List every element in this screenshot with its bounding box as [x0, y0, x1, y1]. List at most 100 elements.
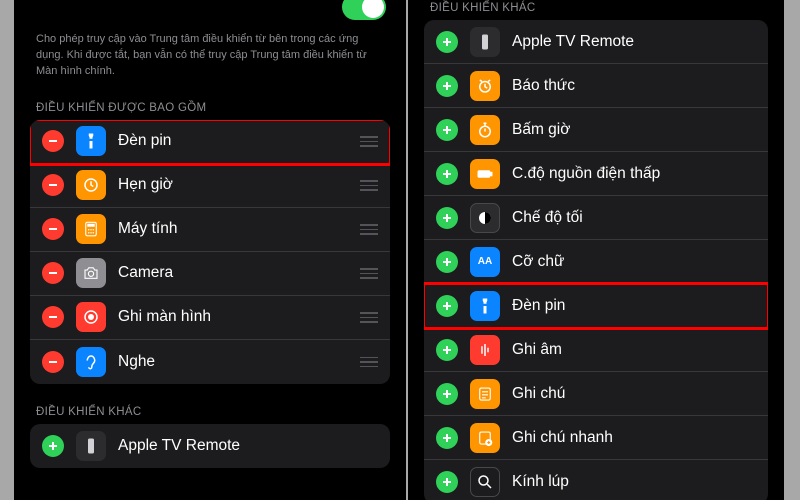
remote-icon	[470, 27, 500, 57]
minus-icon	[47, 135, 59, 147]
included-list: Đèn pin Hẹn giờ Máy tính	[30, 120, 390, 384]
quicknote-icon	[470, 423, 500, 453]
row-label: Camera	[118, 264, 360, 282]
more-row-stopwatch[interactable]: Bấm giờ	[424, 108, 768, 152]
row-label: Nghe	[118, 353, 360, 371]
more-row-lowpower[interactable]: C.độ nguồn điện thấp	[424, 152, 768, 196]
alarm-icon	[470, 71, 500, 101]
row-label: Đèn pin	[118, 132, 360, 150]
included-section-header: ĐIỀU KHIỂN ĐƯỢC BAO GỒM	[30, 80, 390, 120]
included-row-timer[interactable]: Hẹn giờ	[30, 164, 390, 208]
remove-button[interactable]	[42, 262, 64, 284]
included-row-hearing[interactable]: Nghe	[30, 340, 390, 384]
drag-handle-icon[interactable]	[360, 357, 378, 368]
plus-icon	[441, 80, 453, 92]
minus-icon	[47, 223, 59, 235]
plus-icon	[441, 124, 453, 136]
drag-handle-icon[interactable]	[360, 180, 378, 191]
voicemail-icon	[470, 335, 500, 365]
row-label: Ghi âm	[512, 341, 756, 359]
timer-icon	[76, 170, 106, 200]
plus-icon	[441, 212, 453, 224]
row-label: Ghi màn hình	[118, 308, 360, 326]
access-toggle[interactable]	[342, 0, 386, 20]
remove-button[interactable]	[42, 306, 64, 328]
plus-icon	[441, 432, 453, 444]
add-button[interactable]	[436, 119, 458, 141]
plus-icon	[47, 440, 59, 452]
remove-button[interactable]	[42, 130, 64, 152]
textsize-icon: AA	[470, 247, 500, 277]
plus-icon	[441, 388, 453, 400]
add-button[interactable]	[436, 295, 458, 317]
stopwatch-icon	[470, 115, 500, 145]
add-button[interactable]	[436, 31, 458, 53]
plus-icon	[441, 476, 453, 488]
add-button[interactable]	[42, 435, 64, 457]
more-row-quicknote[interactable]: Ghi chú nhanh	[424, 416, 768, 460]
lowpower-icon	[470, 159, 500, 189]
row-label: Ghi chú	[512, 385, 756, 403]
add-button[interactable]	[436, 207, 458, 229]
access-description: Cho phép truy cập vào Trung tâm điều khi…	[30, 24, 390, 80]
row-label: Apple TV Remote	[512, 33, 756, 51]
more-section-header: ĐIỀU KHIỂN KHÁC	[30, 384, 390, 424]
row-label: Bấm giờ	[512, 121, 756, 139]
plus-icon	[441, 36, 453, 48]
row-label: Chế độ tối	[512, 209, 756, 227]
screen-record-icon	[76, 302, 106, 332]
included-row-flashlight[interactable]: Đèn pin	[30, 120, 390, 164]
drag-handle-icon[interactable]	[360, 224, 378, 235]
camera-icon	[76, 258, 106, 288]
settings-panel-left: Cho phép truy cập vào Trung tâm điều khi…	[14, 0, 406, 500]
add-button[interactable]	[436, 427, 458, 449]
row-label: Hẹn giờ	[118, 176, 360, 194]
remote-icon	[76, 431, 106, 461]
more-row-flashlight[interactable]: Đèn pin	[424, 284, 768, 328]
row-label: Cỡ chữ	[512, 253, 756, 271]
hearing-icon	[76, 347, 106, 377]
more-row-voicemail[interactable]: Ghi âm	[424, 328, 768, 372]
minus-icon	[47, 311, 59, 323]
minus-icon	[47, 356, 59, 368]
included-row-camera[interactable]: Camera	[30, 252, 390, 296]
add-button[interactable]	[436, 383, 458, 405]
row-label: Ghi chú nhanh	[512, 429, 756, 447]
add-button[interactable]	[436, 163, 458, 185]
more-row-textsize[interactable]: AA Cỡ chữ	[424, 240, 768, 284]
included-row-calculator[interactable]: Máy tính	[30, 208, 390, 252]
remove-button[interactable]	[42, 351, 64, 373]
row-label: Đèn pin	[512, 297, 756, 315]
drag-handle-icon[interactable]	[360, 312, 378, 323]
minus-icon	[47, 267, 59, 279]
more-row-notes[interactable]: Ghi chú	[424, 372, 768, 416]
add-button[interactable]	[436, 251, 458, 273]
add-button[interactable]	[436, 339, 458, 361]
row-label: C.độ nguồn điện thấp	[512, 165, 756, 183]
flashlight-icon	[76, 126, 106, 156]
more-row-darkmode[interactable]: Chế độ tối	[424, 196, 768, 240]
remove-button[interactable]	[42, 218, 64, 240]
more-row-magnifier[interactable]: Kính lúp	[424, 460, 768, 500]
row-label: Báo thức	[512, 77, 756, 95]
more-list-right: Apple TV Remote Báo thức Bấm giờ C.độ ng…	[424, 20, 768, 500]
magnifier-icon	[470, 467, 500, 497]
more-row-remote[interactable]: Apple TV Remote	[30, 424, 390, 468]
row-label: Máy tính	[118, 220, 360, 238]
more-row-alarm[interactable]: Báo thức	[424, 64, 768, 108]
drag-handle-icon[interactable]	[360, 136, 378, 147]
calculator-icon	[76, 214, 106, 244]
included-row-screen-record[interactable]: Ghi màn hình	[30, 296, 390, 340]
remove-button[interactable]	[42, 174, 64, 196]
minus-icon	[47, 179, 59, 191]
add-button[interactable]	[436, 75, 458, 97]
plus-icon	[441, 344, 453, 356]
darkmode-icon	[470, 203, 500, 233]
flashlight-icon	[470, 291, 500, 321]
drag-handle-icon[interactable]	[360, 268, 378, 279]
add-button[interactable]	[436, 471, 458, 493]
row-label: Kính lúp	[512, 473, 756, 491]
more-row-remote[interactable]: Apple TV Remote	[424, 20, 768, 64]
more-list-left: Apple TV Remote	[30, 424, 390, 468]
plus-icon	[441, 256, 453, 268]
